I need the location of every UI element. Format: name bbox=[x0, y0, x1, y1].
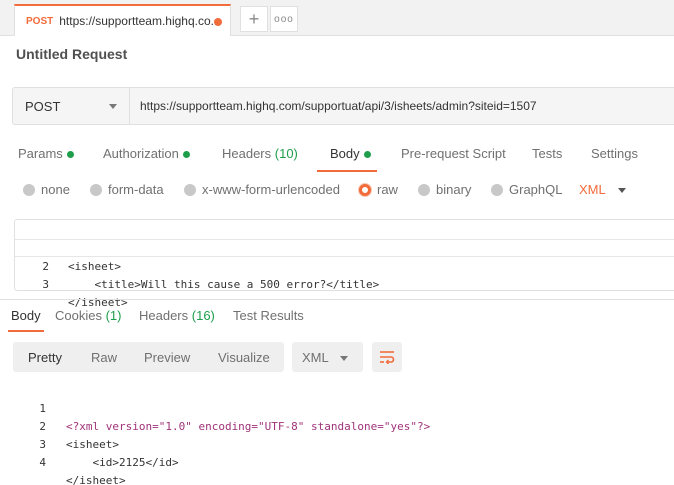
response-tab-test-results[interactable]: Test Results bbox=[233, 308, 304, 323]
ellipsis-icon: ooo bbox=[274, 13, 294, 25]
tab-tests-label: Tests bbox=[532, 146, 563, 161]
tab-title: https://supportteam.highq.co... bbox=[59, 14, 221, 28]
view-raw-button[interactable]: Raw bbox=[91, 350, 117, 365]
line-number: 3 bbox=[39, 438, 46, 451]
code-line: 4 </isheet> bbox=[0, 436, 125, 485]
radio-graphql[interactable]: GraphQL bbox=[491, 182, 562, 197]
tab-authorization-label: Authorization bbox=[103, 146, 179, 161]
plus-icon: + bbox=[248, 8, 260, 29]
tab-pre-request-label: Pre-request Script bbox=[401, 146, 506, 161]
code-line: 2 <isheet> bbox=[0, 400, 119, 451]
view-preview-button[interactable]: Preview bbox=[144, 350, 190, 365]
code-line: 3 <id>2125</id> bbox=[0, 418, 178, 469]
radio-form-data[interactable]: form-data bbox=[90, 182, 164, 197]
radio-icon bbox=[90, 183, 102, 196]
request-body-editor[interactable]: 1 <isheet> 2 <title>Will this cause a 50… bbox=[14, 219, 674, 309]
active-dot-icon bbox=[363, 151, 371, 159]
radio-icon bbox=[491, 183, 503, 196]
tab-tests[interactable]: Tests bbox=[532, 146, 562, 161]
tab-settings[interactable]: Settings bbox=[591, 146, 638, 161]
active-response-tab-indicator bbox=[8, 330, 44, 332]
tab-headers-label: Headers bbox=[222, 146, 272, 161]
view-pretty-button[interactable]: Pretty bbox=[28, 350, 62, 365]
tab-body-label: Body bbox=[330, 146, 360, 161]
response-tab-body-label: Body bbox=[11, 308, 41, 323]
body-format-select[interactable]: XML bbox=[579, 182, 606, 197]
tab-method-label: POST bbox=[26, 15, 54, 27]
radio-binary[interactable]: binary bbox=[418, 182, 471, 197]
active-dot-icon bbox=[182, 151, 190, 159]
new-tab-button[interactable]: + bbox=[240, 6, 268, 32]
response-format-value: XML bbox=[302, 350, 329, 365]
line-code: <title>Will this cause a 500 error?</tit… bbox=[68, 278, 380, 291]
more-tabs-button[interactable]: ooo bbox=[270, 6, 298, 32]
xml-declaration: <?xml version="1.0" encoding="UTF-8" sta… bbox=[66, 420, 431, 433]
active-dot-icon bbox=[66, 151, 74, 159]
view-visualize-button[interactable]: Visualize bbox=[218, 350, 270, 365]
radio-binary-label: binary bbox=[436, 182, 472, 197]
method-value: POST bbox=[25, 98, 61, 114]
radio-form-data-label: form-data bbox=[108, 182, 164, 197]
radio-raw-label: raw bbox=[377, 182, 398, 197]
unsaved-dot-icon[interactable] bbox=[214, 18, 222, 26]
radio-icon bbox=[23, 183, 35, 196]
code-line: 1 <isheet> bbox=[15, 222, 674, 273]
radio-icon bbox=[418, 183, 430, 196]
radio-graphql-label: GraphQL bbox=[509, 182, 563, 197]
response-tab-test-results-label: Test Results bbox=[233, 308, 304, 323]
radio-urlencoded-label: x-www-form-urlencoded bbox=[202, 182, 340, 197]
radio-none-label: none bbox=[41, 182, 70, 197]
radio-none[interactable]: none bbox=[23, 182, 70, 197]
radio-urlencoded[interactable]: x-www-form-urlencoded bbox=[184, 182, 340, 197]
code-line: 2 <title>Will this cause a 500 error?</t… bbox=[15, 239, 674, 291]
body-type-options: none form-data x-www-form-urlencoded raw… bbox=[0, 178, 674, 202]
tab-headers-count: (10) bbox=[274, 146, 298, 161]
response-tab-cookies[interactable]: Cookies (1) bbox=[55, 308, 121, 323]
tab-settings-label: Settings bbox=[591, 146, 638, 161]
radio-selected-icon bbox=[359, 183, 371, 196]
chevron-down-icon bbox=[109, 104, 117, 109]
tab-bar: POST https://supportteam.highq.co... + o… bbox=[0, 0, 674, 36]
url-value: https://supportteam.highq.com/supportuat… bbox=[140, 99, 537, 113]
radio-icon bbox=[184, 183, 196, 196]
method-select[interactable]: POST bbox=[12, 87, 129, 125]
request-tabs: Params Authorization Headers (10) Body P… bbox=[0, 142, 674, 170]
line-number: 3 bbox=[42, 278, 49, 291]
url-input[interactable]: https://supportteam.highq.com/supportuat… bbox=[129, 87, 674, 125]
active-tab-indicator bbox=[317, 170, 377, 172]
response-tab-headers[interactable]: Headers (16) bbox=[139, 308, 215, 323]
response-view-selector: Pretty Raw Preview Visualize bbox=[13, 342, 284, 372]
wrap-lines-icon bbox=[380, 351, 395, 364]
request-title[interactable]: Untitled Request bbox=[16, 46, 127, 62]
wrap-lines-button[interactable] bbox=[372, 342, 402, 372]
response-divider bbox=[0, 299, 674, 300]
code-line: 3 </isheet> bbox=[15, 258, 674, 309]
response-tab-headers-count: (16) bbox=[191, 308, 215, 323]
chevron-down-icon[interactable] bbox=[618, 188, 626, 193]
tab-params-label: Params bbox=[18, 146, 63, 161]
line-number: 2 bbox=[39, 420, 46, 433]
response-format-select[interactable]: XML bbox=[292, 342, 363, 372]
response-tab-cookies-label: Cookies bbox=[55, 308, 102, 323]
code-line: 1 <?xml version="1.0" encoding="UTF-8" s… bbox=[0, 382, 430, 433]
response-tab-headers-label: Headers bbox=[139, 308, 189, 323]
line-code: <id>2125</id> bbox=[66, 456, 179, 469]
tab-pre-request-script[interactable]: Pre-request Script bbox=[401, 146, 506, 161]
line-number: 4 bbox=[39, 456, 46, 469]
response-tab-body[interactable]: Body bbox=[11, 308, 41, 323]
chevron-down-icon bbox=[340, 356, 348, 361]
response-tab-cookies-count: (1) bbox=[105, 308, 122, 323]
tab-headers[interactable]: Headers (10) bbox=[222, 146, 298, 161]
line-code: <isheet> bbox=[66, 438, 119, 451]
tab-params[interactable]: Params bbox=[18, 146, 74, 161]
tab-authorization[interactable]: Authorization bbox=[103, 146, 190, 161]
line-number: 1 bbox=[39, 402, 46, 415]
radio-raw[interactable]: raw bbox=[359, 182, 398, 197]
tab-body[interactable]: Body bbox=[330, 146, 371, 161]
request-tab[interactable]: POST https://supportteam.highq.co... bbox=[14, 4, 231, 36]
line-code: </isheet> bbox=[66, 474, 126, 485]
